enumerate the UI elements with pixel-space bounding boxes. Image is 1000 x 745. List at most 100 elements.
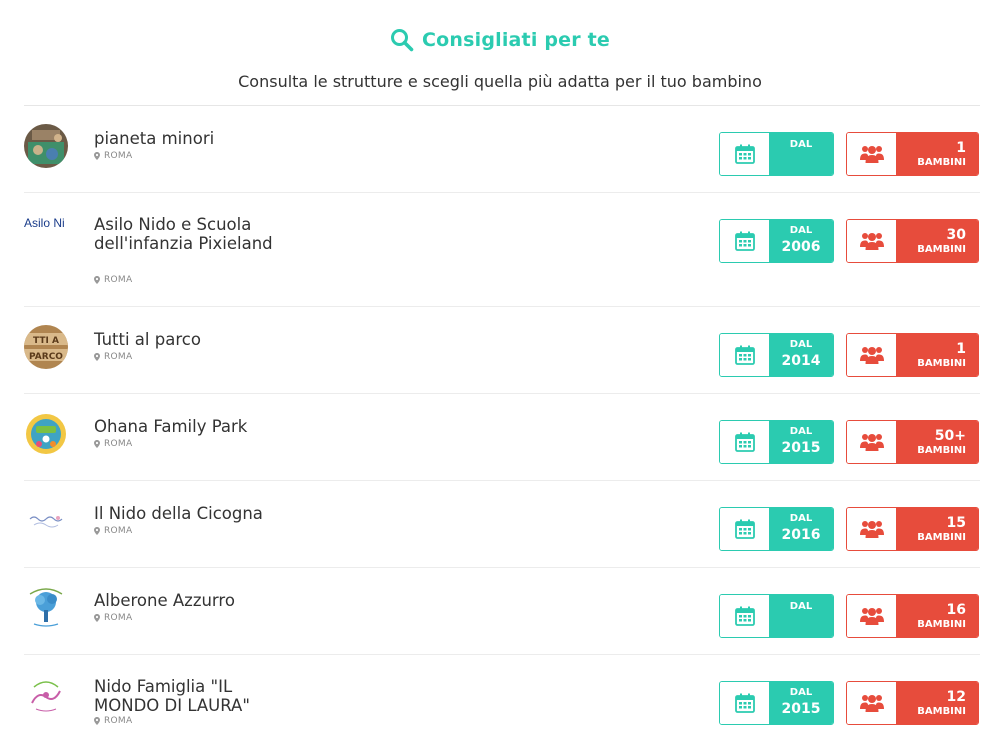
users-icon	[847, 682, 896, 724]
list-item[interactable]: pianeta minori ROMA DAL 1 BAMBINI	[24, 106, 980, 193]
listing-city: ROMA	[94, 151, 132, 161]
map-pin-icon	[94, 717, 100, 725]
logo: TTI A PARCO	[24, 325, 68, 369]
since-year: 2014	[781, 352, 821, 369]
kids-count: 15	[946, 514, 966, 531]
since-badge: DAL 2006	[719, 219, 834, 263]
users-icon	[847, 133, 896, 175]
city-label: ROMA	[104, 439, 133, 449]
logo	[24, 499, 68, 543]
since-label: DAL	[789, 425, 813, 437]
users-icon	[847, 220, 896, 262]
since-label: DAL	[789, 224, 813, 236]
since-badge: DAL 2016	[719, 507, 834, 551]
calendar-icon	[720, 682, 769, 724]
calendar-icon	[720, 421, 769, 463]
since-badge: DAL	[719, 132, 834, 176]
map-pin-icon	[94, 276, 100, 284]
since-label: DAL	[789, 686, 813, 698]
kids-badge: 16 BAMBINI	[846, 594, 979, 638]
kids-badge: 1 BAMBINI	[846, 333, 979, 377]
page-header: Consigliati per te Consulta le strutture…	[0, 0, 1000, 106]
listing-name[interactable]: pianeta minori	[94, 129, 279, 148]
listing-name[interactable]: Ohana Family Park	[94, 417, 279, 436]
kids-count: 1	[956, 340, 966, 357]
kids-label: BAMBINI	[917, 531, 966, 543]
since-badge: DAL	[719, 594, 834, 638]
kids-label: BAMBINI	[917, 705, 966, 717]
kids-label: BAMBINI	[917, 618, 966, 630]
city-label: ROMA	[104, 613, 133, 623]
kids-badge: 15 BAMBINI	[846, 507, 979, 551]
calendar-icon	[720, 220, 769, 262]
kids-badge: 30 BAMBINI	[846, 219, 979, 263]
calendar-icon	[720, 334, 769, 376]
list-item[interactable]: Il Nido della Cicogna ROMA DAL 2016 15 B…	[24, 481, 980, 568]
since-label: DAL	[789, 338, 813, 350]
calendar-icon	[720, 595, 769, 637]
listing-city: ROMA	[94, 613, 132, 623]
kids-count: 30	[946, 226, 966, 243]
listing-city: ROMA	[94, 275, 132, 285]
logo	[24, 412, 68, 456]
since-badge: DAL 2014	[719, 333, 834, 377]
svg-text:TTI A: TTI A	[33, 336, 59, 346]
kids-badge: 50+ BAMBINI	[846, 420, 979, 464]
kids-count: 50+	[934, 427, 966, 444]
list-item[interactable]: Alberone Azzurro ROMA DAL 16 BAMBINI	[24, 568, 980, 655]
since-badge: DAL 2015	[719, 420, 834, 464]
logo	[24, 673, 68, 717]
kids-badge: 12 BAMBINI	[846, 681, 979, 725]
list-item[interactable]: Ohana Family Park ROMA DAL 2015 50+ BAMB…	[24, 394, 980, 481]
listing-name[interactable]: Il Nido della Cicogna	[94, 504, 279, 523]
since-year: 2006	[781, 238, 821, 255]
users-icon	[847, 508, 896, 550]
since-label: DAL	[789, 139, 813, 150]
city-label: ROMA	[104, 526, 133, 536]
users-icon	[847, 421, 896, 463]
logo: Asilo Ni	[24, 216, 65, 230]
kids-count: 1	[956, 139, 966, 156]
search-icon	[390, 28, 414, 52]
kids-count: 16	[946, 601, 966, 618]
city-label: ROMA	[104, 716, 133, 726]
listing-city: ROMA	[94, 439, 132, 449]
listing-city: ROMA	[94, 716, 132, 726]
list-item[interactable]: Asilo Ni Asilo Nido e Scuola dell'infanz…	[24, 193, 980, 307]
map-pin-icon	[94, 614, 100, 622]
listing-name[interactable]: Alberone Azzurro	[94, 591, 279, 610]
kids-label: BAMBINI	[917, 444, 966, 456]
city-label: ROMA	[104, 352, 133, 362]
since-badge: DAL 2015	[719, 681, 834, 725]
since-label: DAL	[789, 512, 813, 524]
page-title: Consigliati per te	[421, 29, 611, 51]
calendar-icon	[720, 133, 769, 175]
map-pin-icon	[94, 440, 100, 448]
logo	[24, 586, 68, 630]
city-label: ROMA	[104, 151, 133, 161]
list-item[interactable]: Nido Famiglia "IL MONDO DI LAURA" ROMA D…	[24, 655, 980, 745]
list-item[interactable]: TTI A PARCO Tutti al parco ROMA DAL 2014…	[24, 307, 980, 394]
kids-label: BAMBINI	[917, 156, 966, 168]
listing-city: ROMA	[94, 352, 132, 362]
svg-text:PARCO: PARCO	[29, 352, 63, 362]
logo	[24, 124, 68, 168]
page-subtitle: Consulta le strutture e scegli quella pi…	[238, 72, 762, 91]
map-pin-icon	[94, 152, 100, 160]
listing-name[interactable]: Nido Famiglia "IL MONDO DI LAURA"	[94, 677, 279, 715]
kids-label: BAMBINI	[917, 357, 966, 369]
title-row: Consigliati per te	[0, 28, 1000, 56]
since-year: 2015	[781, 700, 821, 717]
calendar-icon	[720, 508, 769, 550]
users-icon	[847, 334, 896, 376]
map-pin-icon	[94, 527, 100, 535]
since-label: DAL	[789, 601, 813, 612]
users-icon	[847, 595, 896, 637]
kids-count: 12	[946, 688, 966, 705]
listing-name[interactable]: Asilo Nido e Scuola dell'infanzia Pixiel…	[94, 215, 279, 253]
kids-badge: 1 BAMBINI	[846, 132, 979, 176]
listing-name[interactable]: Tutti al parco	[94, 330, 279, 349]
map-pin-icon	[94, 353, 100, 361]
since-year: 2016	[781, 526, 821, 543]
since-year: 2015	[781, 439, 821, 456]
